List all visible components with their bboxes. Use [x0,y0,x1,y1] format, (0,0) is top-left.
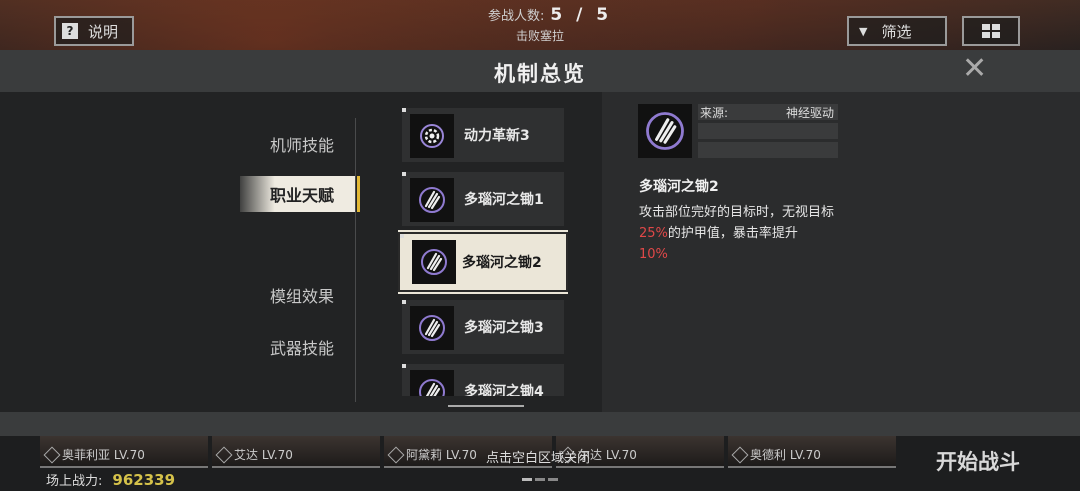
source-row-empty [698,123,838,139]
start-battle-button[interactable]: 开始战斗 [936,446,1020,476]
skill-name: 多瑙河之锄2 [639,179,719,195]
character-card[interactable]: 奥德利 LV.70 [728,436,896,468]
modal-body: 机师技能 职业天赋 模组效果 武器技能 动力革新3 多瑙河之锄1 多瑙河之锄2 [0,92,1080,412]
character-card[interactable]: 艾达 LV.70 [212,436,380,468]
grid-icon [981,23,1001,39]
close-hint: 点击空白区域关闭 [486,451,591,466]
divider [355,118,356,402]
question-icon: ? [62,23,78,39]
detail-panel: 来源: 神经驱动 多瑙河之锄2 攻击部位完好的目标时，无视目标25%的护甲值，暴… [602,92,1080,412]
class-icon [387,446,405,464]
objective-label: 击败塞拉 [516,29,565,43]
filter-label: 筛选 [881,22,912,41]
close-icon[interactable]: ✕ [962,54,987,84]
list-item[interactable]: 动力革新3 [402,108,564,162]
filter-button[interactable]: ▼ 筛选 [847,16,947,46]
class-icon [43,446,61,464]
tab-module-effects[interactable]: 模组效果 [240,277,356,313]
class-icon [215,446,233,464]
players-count: 参战人数: 5 / 5 [488,5,613,25]
claw-icon [410,370,454,396]
character-row: 奥菲利亚 LV.70 艾达 LV.70 阿黛莉 LV.70 尔达 LV.70 奥… [40,436,900,468]
modal-header: 机制总览 ✕ [0,50,1080,92]
list-item[interactable]: 多瑙河之锄4 [402,364,564,396]
class-icon [731,446,749,464]
source-row-empty [698,142,838,158]
claw-icon [412,240,456,284]
skill-description: 攻击部位完好的目标时，无视目标25%的护甲值，暴击率提升 10% [639,205,835,262]
list-item[interactable]: 多瑙河之锄3 [402,300,564,354]
list-item-selected[interactable]: 多瑙河之锄2 [398,230,568,294]
claw-icon [638,104,692,158]
tab-class-talent[interactable]: 职业天赋 [240,176,360,212]
team-power: 场上战力: 962339 [46,471,176,489]
claw-icon [410,306,454,350]
page-indicator [522,478,558,481]
claw-icon [410,178,454,222]
layout-toggle-button[interactable] [962,16,1020,46]
list-item[interactable]: 多瑙河之锄1 [402,172,564,226]
chevron-down-icon: ▼ [859,24,868,38]
skill-list[interactable]: 动力革新3 多瑙河之锄1 多瑙河之锄2 多瑙河之锄3 多瑙河之锄4 [398,106,568,396]
gear-icon [410,114,454,158]
modal-title: 机制总览 [494,62,586,86]
tab-mechanic-skills[interactable]: 机师技能 [240,126,356,162]
tab-weapon-skills[interactable]: 武器技能 [240,329,356,365]
character-card[interactable]: 奥菲利亚 LV.70 [40,436,208,468]
modal-footer [0,412,1080,436]
source-row: 来源: 神经驱动 [698,104,838,120]
help-label: 说明 [88,22,119,41]
help-button[interactable]: ? 说明 [54,16,134,46]
scrollbar[interactable] [448,405,524,407]
